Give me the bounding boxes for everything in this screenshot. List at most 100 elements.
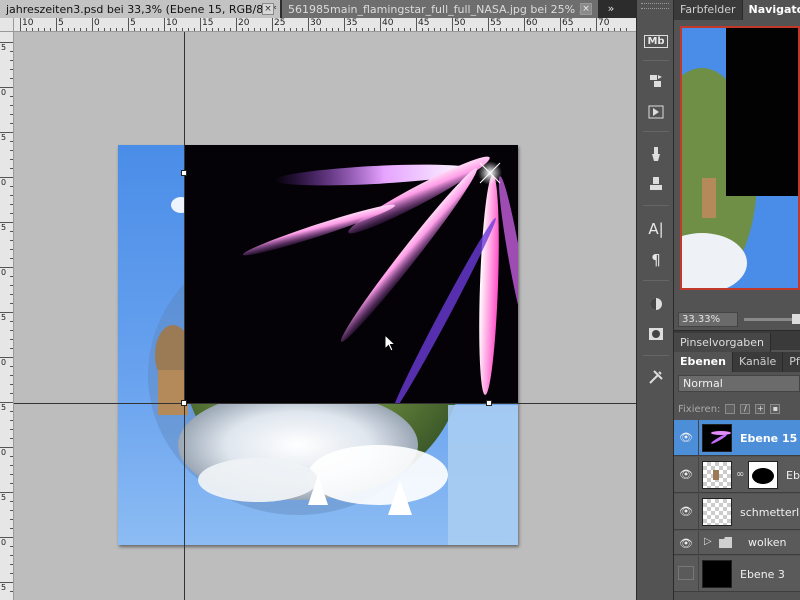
layer-name[interactable]: Ebene 3 <box>740 568 785 581</box>
lock-position-icon[interactable]: + <box>755 404 766 414</box>
clone-source-icon[interactable] <box>644 173 668 195</box>
navigator-zoom-field[interactable]: 33.33% <box>678 312 738 327</box>
document-tab-jahreszeiten[interactable]: jahreszeiten3.psd bei 33,3% (Ebene 15, R… <box>0 0 280 18</box>
eye-icon[interactable]: 👁 <box>678 504 694 518</box>
layer-divider <box>698 494 699 529</box>
document-tab-label: 561985main_flamingstar_full_full_NASA.jp… <box>288 2 590 16</box>
navigator-zoom-knob[interactable] <box>792 314 800 324</box>
link-icon[interactable]: ∞ <box>736 469 744 480</box>
lock-label: Fixieren: <box>678 403 721 415</box>
ruler-tick <box>200 18 201 31</box>
dock-separator <box>643 205 669 206</box>
star-layer-transform[interactable] <box>184 145 518 403</box>
layers-panel-tabs: Ebenen Kanäle Pfade <box>674 352 800 372</box>
character-icon[interactable]: A| <box>644 218 668 240</box>
layer-row-masked[interactable]: 👁 ∞ Eb <box>674 457 800 493</box>
ruler-label: 70 <box>598 18 610 28</box>
tab-navigator[interactable]: Navigator <box>742 0 800 20</box>
photoshop-window: jahreszeiten3.psd bei 33,3% (Ebene 15, R… <box>0 0 800 600</box>
layer-mask-thumbnail[interactable] <box>748 461 778 489</box>
ruler-tick <box>596 18 597 31</box>
close-tab-icon[interactable]: × <box>262 3 274 15</box>
tab-pfade[interactable]: Pfade <box>783 352 800 372</box>
ruler-tick <box>0 42 13 43</box>
ruler-tick <box>0 537 13 538</box>
ruler-tick <box>524 18 525 31</box>
ruler-label: 45 <box>418 18 430 28</box>
history-icon[interactable] <box>644 70 668 92</box>
ruler-tick <box>0 447 13 448</box>
ruler-tick <box>0 357 13 358</box>
dock-separator <box>643 355 669 356</box>
canvas-workspace[interactable] <box>14 32 636 600</box>
panel-icon-dock: Mb A| ¶ <box>636 0 674 600</box>
visibility-toggle-empty[interactable] <box>678 566 694 580</box>
blend-mode-select[interactable]: Normal <box>678 375 800 392</box>
ruler-tick <box>0 492 13 493</box>
navigator-preview[interactable] <box>680 26 800 290</box>
masks-icon[interactable] <box>644 323 668 345</box>
transform-handle-left[interactable] <box>181 170 187 176</box>
document-tab-label: jahreszeiten3.psd bei 33,3% (Ebene 15, R… <box>6 2 277 16</box>
layer-row-schmetterling[interactable]: 👁 schmetterling <box>674 494 800 530</box>
layer-row-ebene-3[interactable]: Ebene 3 <box>674 556 800 592</box>
ruler-label: 20 <box>238 18 250 28</box>
layer-row-wolken[interactable]: 👁 ▷ wolken <box>674 531 800 555</box>
tool-presets-icon[interactable] <box>644 366 668 388</box>
paragraph-icon[interactable]: ¶ <box>644 249 668 271</box>
layer-name[interactable]: Ebene 15 <box>740 432 797 445</box>
tab-pinselvorgaben[interactable]: Pinselvorgaben <box>674 333 771 353</box>
ruler-corner[interactable] <box>0 18 14 32</box>
group-expand-icon[interactable]: ▷ <box>704 536 712 547</box>
ruler-label: 15 <box>202 18 214 28</box>
horizontal-guide[interactable] <box>14 403 636 404</box>
tab-ebenen[interactable]: Ebenen <box>674 352 733 372</box>
lock-image-icon[interactable]: / <box>740 404 751 414</box>
horizontal-ruler[interactable]: 10 5 0 5 10 15 20 25 30 35 40 45 50 55 60 65 70 <box>14 18 636 32</box>
transform-handle-bottom[interactable] <box>486 400 492 406</box>
ruler-tick <box>560 18 561 31</box>
navigator-star-area <box>726 28 798 196</box>
layer-name[interactable]: schmetterling <box>740 506 800 519</box>
vertical-ruler[interactable]: 5050505050505 <box>0 32 14 600</box>
lock-row: Fixieren: / + ▪ <box>678 401 800 417</box>
brush-icon[interactable] <box>644 143 668 165</box>
layer-row-ebene-15[interactable]: 👁 Ebene 15 <box>674 420 800 456</box>
mouse-cursor-icon <box>384 334 397 352</box>
ruler-tick <box>0 222 13 223</box>
lock-transparency-icon[interactable] <box>725 404 736 414</box>
eye-icon[interactable]: 👁 <box>678 536 694 550</box>
navigator-panel: Farbfelder Navigator 33.33% <box>674 0 800 330</box>
tab-kanaele[interactable]: Kanäle <box>733 352 784 372</box>
adjustments-icon[interactable] <box>644 293 668 315</box>
mini-bridge-icon[interactable]: Mb <box>644 30 668 52</box>
dock-separator <box>643 60 669 61</box>
ruler-tick <box>380 18 381 31</box>
ruler-tick <box>0 402 13 403</box>
ruler-tick <box>488 18 489 31</box>
layer-name[interactable]: wolken <box>748 536 787 549</box>
transform-handle-bottom-left[interactable] <box>181 400 187 406</box>
ruler-label: 10 <box>166 18 178 28</box>
layer-name[interactable]: Eb <box>786 469 800 482</box>
ruler-tick <box>0 177 13 178</box>
document-tab-flamingstar[interactable]: 561985main_flamingstar_full_full_NASA.jp… <box>282 0 598 18</box>
more-tabs-icon[interactable]: » <box>604 2 618 16</box>
ruler-tick <box>416 18 417 31</box>
ruler-label: 60 <box>526 18 538 28</box>
dock-separator <box>643 280 669 281</box>
eye-icon[interactable]: 👁 <box>678 430 694 444</box>
eye-icon[interactable]: 👁 <box>678 467 694 481</box>
vertical-guide[interactable] <box>184 32 185 600</box>
tab-farbfelder[interactable]: Farbfelder <box>674 0 743 20</box>
close-tab-icon[interactable]: × <box>580 3 592 15</box>
ruler-label: 50 <box>454 18 466 28</box>
ruler-tick <box>20 18 21 31</box>
lock-all-icon[interactable]: ▪ <box>770 404 781 414</box>
layer-thumbnail <box>702 424 732 452</box>
ruler-label: 5 <box>58 18 64 28</box>
actions-icon[interactable] <box>644 101 668 123</box>
layer-thumbnail <box>702 560 732 588</box>
ruler-tick <box>164 18 165 31</box>
dock-grip[interactable] <box>641 3 669 9</box>
